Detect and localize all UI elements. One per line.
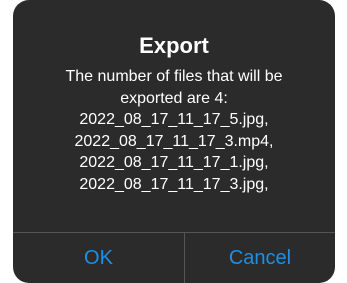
cancel-button[interactable]: Cancel — [185, 233, 335, 283]
dialog-message: The number of files that will be exporte… — [13, 66, 335, 195]
message-line: The number of files that will be — [65, 68, 283, 85]
file-name-line: 2022_08_17_11_17_3.jpg, — [79, 175, 269, 193]
ok-button[interactable]: OK — [13, 233, 184, 283]
file-name-line: 2022_08_17_11_17_3.mp4, — [74, 132, 274, 150]
export-dialog: Export The number of files that will be … — [13, 0, 335, 283]
file-name-line: 2022_08_17_11_17_5.jpg, — [79, 111, 269, 128]
dialog-title: Export — [139, 33, 209, 58]
file-name-line: 2022_08_17_11_17_1.jpg, — [79, 154, 269, 171]
message-line: exported are 4: — [120, 89, 228, 107]
